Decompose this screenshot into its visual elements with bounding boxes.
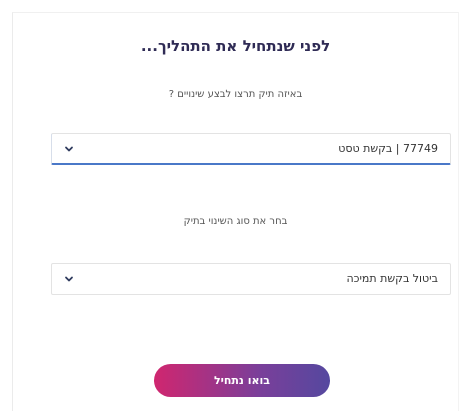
chevron-down-icon xyxy=(65,146,73,152)
file-select[interactable]: 77749 | בקשת טסט xyxy=(51,133,451,165)
change-type-question-label: בחר את סוג השינוי בתיק xyxy=(183,216,288,227)
start-button[interactable]: בואו נתחיל xyxy=(154,364,330,397)
change-type-select[interactable]: ביטול בקשת תמיכה xyxy=(51,263,451,295)
change-type-select-value: ביטול בקשת תמיכה xyxy=(346,272,438,285)
page-title: לפני שנתחיל את התהליך... xyxy=(140,37,331,55)
file-select-value: 77749 | בקשת טסט xyxy=(338,142,438,155)
chevron-down-icon xyxy=(65,276,73,282)
form-card: לפני שנתחיל את התהליך... באיזה תיק תרצו … xyxy=(12,12,459,411)
file-question-label: באיזה תיק תרצו לבצע שינויים ? xyxy=(168,89,303,100)
